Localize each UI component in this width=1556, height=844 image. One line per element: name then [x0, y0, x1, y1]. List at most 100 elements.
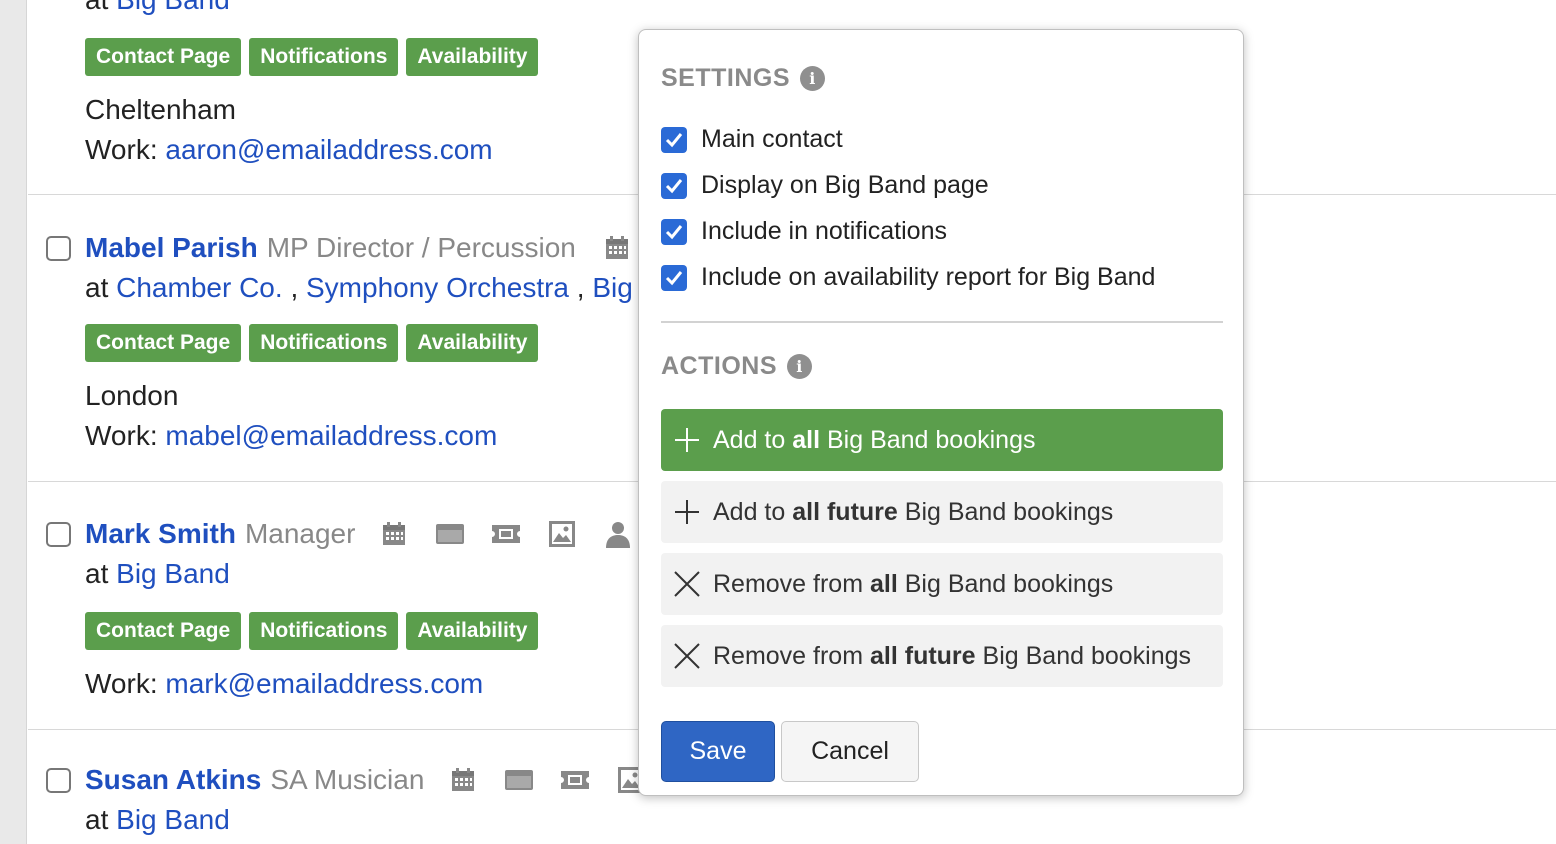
setting-main-contact[interactable]: Main contact	[661, 125, 843, 154]
info-icon[interactable]: i	[787, 354, 812, 379]
image-icon[interactable]	[545, 519, 579, 549]
x-icon	[673, 570, 701, 598]
plus-icon	[673, 426, 701, 454]
action-text: Big Band bookings	[904, 569, 1114, 598]
org-link[interactable]: Big Band	[116, 0, 230, 15]
actions-title: ACTIONS	[661, 352, 777, 380]
contact-orgs-line: at Big Band	[85, 804, 230, 836]
org-separator: ,	[576, 272, 585, 303]
email-label: Work:	[85, 420, 158, 451]
contact-name[interactable]: Susan Atkins	[85, 764, 261, 796]
tag-contact-page[interactable]: Contact Page	[85, 38, 242, 76]
action-emphasis: all	[870, 569, 898, 598]
setting-include-notifications[interactable]: Include in notifications	[661, 217, 947, 246]
calendar-icon[interactable]	[446, 765, 480, 795]
person-icon[interactable]	[601, 519, 635, 549]
action-text: Add to	[713, 497, 786, 526]
select-checkbox[interactable]	[46, 235, 71, 261]
at-prefix: at	[85, 272, 109, 303]
action-emphasis: all future	[792, 497, 898, 526]
action-text: Big Band bookings	[904, 497, 1114, 526]
action-text: Remove from	[713, 569, 864, 598]
tag-availability[interactable]: Availability	[406, 612, 539, 650]
email-link[interactable]: mark@emailaddress.com	[165, 668, 483, 699]
x-icon	[673, 642, 701, 670]
settings-title: SETTINGS	[661, 64, 791, 92]
tag-notifications[interactable]: Notifications	[249, 38, 399, 76]
contact-header: Susan Atkins SA Musician	[28, 764, 648, 796]
tag-availability[interactable]: Availability	[406, 324, 539, 362]
tag-contact-page[interactable]: Contact Page	[85, 612, 242, 650]
save-button[interactable]: Save	[661, 721, 775, 782]
info-icon[interactable]: i	[800, 66, 826, 91]
org-link[interactable]: Chamber Co.	[116, 272, 283, 303]
tag-group: Contact Page Notifications Availability	[85, 38, 539, 76]
setting-label: Display on Big Band page	[701, 171, 989, 199]
remove-from-all-bookings-button[interactable]: Remove from all Big Band bookings	[661, 553, 1223, 615]
settings-heading: SETTINGS i	[661, 64, 826, 93]
contact-name[interactable]: Mabel Parish	[85, 232, 258, 264]
contact-email-line: Work: aaron@emailaddress.com	[85, 134, 493, 166]
setting-display-on-page[interactable]: Display on Big Band page	[661, 171, 989, 200]
tag-notifications[interactable]: Notifications	[249, 612, 399, 650]
contact-name[interactable]: Mark Smith	[85, 518, 236, 550]
email-link[interactable]: mabel@emailaddress.com	[165, 420, 497, 451]
contact-header: Mark Smith Manager	[28, 518, 635, 550]
setting-label: Include in notifications	[701, 217, 947, 245]
setting-label: Include on availability report for Big B…	[701, 263, 1156, 291]
select-checkbox[interactable]	[46, 521, 71, 547]
setting-include-availability[interactable]: Include on availability report for Big B…	[661, 263, 1155, 292]
left-rail	[0, 0, 27, 844]
contact-orgs-line: at Chamber Co. , Symphony Orchestra , Bi…	[85, 272, 633, 304]
cancel-button[interactable]: Cancel	[781, 721, 919, 782]
action-emphasis: all future	[870, 641, 976, 670]
action-text: Remove from	[713, 641, 864, 670]
action-text: Add to	[713, 425, 786, 454]
contact-settings-popover: SETTINGS i Main contact Display on Big B…	[638, 29, 1244, 796]
divider	[661, 321, 1223, 323]
action-text: Big Band bookings	[982, 641, 1192, 670]
select-checkbox[interactable]	[46, 767, 71, 793]
contact-location: Cheltenham	[85, 94, 236, 125]
add-to-all-future-bookings-button[interactable]: Add to all future Big Band bookings	[661, 481, 1223, 543]
contact-role: Manager	[244, 518, 356, 549]
setting-label: Main contact	[701, 125, 843, 153]
org-link[interactable]: Big	[592, 272, 632, 303]
contact-role: SA Musician	[270, 764, 425, 795]
add-to-all-bookings-button[interactable]: Add to all Big Band bookings	[661, 409, 1223, 471]
actions-heading: ACTIONS i	[661, 352, 812, 381]
contact-email-line: Work: mark@emailaddress.com	[85, 668, 483, 700]
email-link[interactable]: aaron@emailaddress.com	[165, 134, 492, 165]
tag-availability[interactable]: Availability	[406, 38, 539, 76]
calendar-icon[interactable]	[377, 519, 411, 549]
contact-location: London	[85, 380, 179, 411]
contact-email-line: Work: mabel@emailaddress.com	[85, 420, 497, 452]
org-link[interactable]: Big Band	[116, 558, 230, 589]
tag-notifications[interactable]: Notifications	[249, 324, 399, 362]
tag-contact-page[interactable]: Contact Page	[85, 324, 242, 362]
at-prefix: at	[85, 558, 109, 589]
action-text: Big Band bookings	[826, 425, 1036, 454]
org-link[interactable]: Big Band	[116, 804, 230, 835]
email-label: Work:	[85, 134, 158, 165]
remove-from-all-future-bookings-button[interactable]: Remove from all future Big Band bookings	[661, 625, 1223, 687]
at-prefix: at	[85, 804, 109, 835]
plus-icon	[673, 498, 701, 526]
checkbox-checked[interactable]	[661, 172, 687, 199]
at-prefix: at	[85, 0, 108, 15]
org-link[interactable]: Symphony Orchestra	[306, 272, 569, 303]
ticket-icon[interactable]	[489, 519, 523, 549]
checkbox-checked[interactable]	[661, 126, 687, 153]
contact-role: MP Director / Percussion	[266, 232, 576, 263]
tag-group: Contact Page Notifications Availability	[85, 612, 539, 650]
checkbox-checked[interactable]	[661, 264, 687, 291]
window-icon[interactable]	[433, 519, 467, 549]
contact-orgs-line: at Big Band	[85, 558, 230, 590]
contact-header: Mabel Parish MP Director / Percussion	[28, 232, 634, 264]
checkbox-checked[interactable]	[661, 218, 687, 245]
calendar-icon[interactable]	[600, 233, 634, 263]
window-icon[interactable]	[502, 765, 536, 795]
ticket-icon[interactable]	[558, 765, 592, 795]
email-label: Work:	[85, 668, 158, 699]
contact-orgs-line: at Big Band	[85, 0, 230, 16]
